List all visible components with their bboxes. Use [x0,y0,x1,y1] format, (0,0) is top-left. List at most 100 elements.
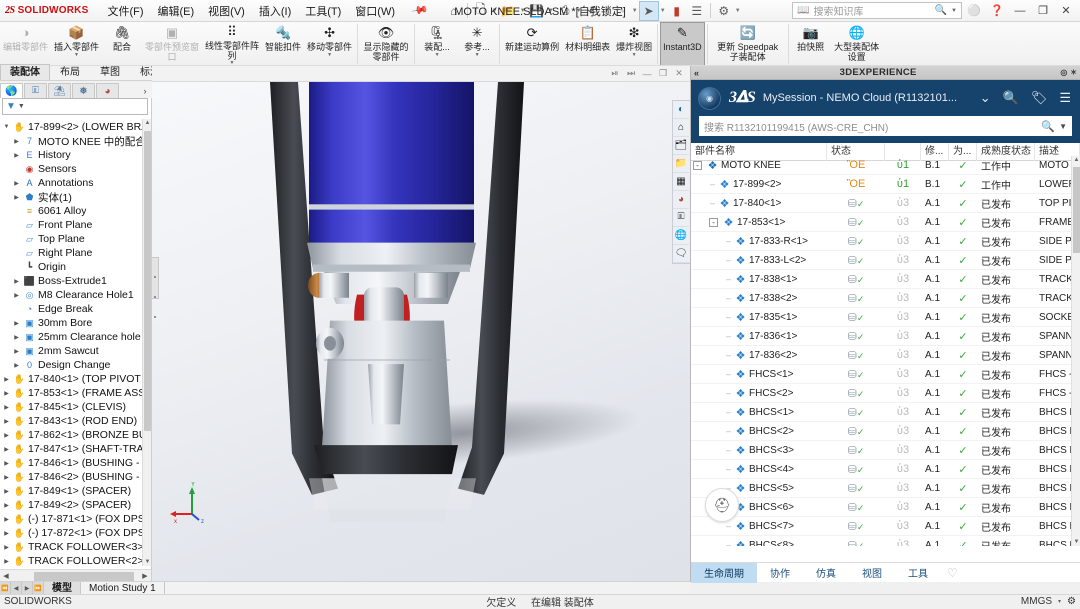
search-input[interactable]: 📖 搜索知识库 🔍 ▼ [792,2,962,19]
bill-of-materials-button[interactable]: 📋 材料明细表 [562,22,613,66]
next-view-button[interactable]: ⏭ [624,67,638,80]
chevron-down-icon[interactable]: ▼ [491,1,499,21]
3dexperience-icon[interactable]: ◐ [673,101,689,119]
table-row[interactable]: –❖17-835<1>⛁✓ὑ3A.1✓已发布SOCKE [691,308,1071,327]
favorite-heart-icon[interactable]: ♡ [947,566,958,580]
chevron-right-icon[interactable]: ▶ [2,390,11,397]
chevron-right-icon[interactable]: › [138,83,152,98]
help-icon[interactable]: ❓ [986,1,1008,21]
select-arrow-icon[interactable]: ➤ [639,1,659,21]
tree-item[interactable]: ▶✋17-853<1> (FRAME ASSEM [2,386,151,400]
cell-name[interactable]: –❖17-838<1> [691,270,827,289]
rebuild-icon[interactable]: ▮ [667,1,687,21]
tab-tools[interactable]: 工具 [895,563,941,583]
search-icon[interactable]: 🔍 [1041,120,1055,133]
insert-component-button[interactable]: 📦 插入零部件 ▼ [51,22,102,66]
chevron-right-icon[interactable]: ▶ [2,418,11,425]
tree-item[interactable]: ▶▣2mm Sawcut [2,344,151,358]
cell-name[interactable]: –❖BHCS<3> [691,441,827,460]
tree-item[interactable]: ▱Right Plane [2,246,151,260]
feature-manager-tabstrip[interactable]: 🌎 🗉 ⛱ ❅ ◕ › [0,82,152,98]
scroll-thumb[interactable] [1073,167,1080,253]
design-library-icon[interactable]: 🗂 [673,137,689,155]
search-icon[interactable]: 🔍 [935,5,947,16]
tree-item[interactable]: ▶✋(-) 17-871<1> (FOX DPS SH [2,512,151,526]
tree-item[interactable]: ▶✋17-862<1> (BRONZE BUSHI [2,428,151,442]
cell-name[interactable]: –❖17-836<1> [691,327,827,346]
chevron-right-icon[interactable]: ▶ [12,152,21,159]
table-row[interactable]: –❖17-838<1>⛁✓ὑ3A.1✓已发布TRACK- [691,270,1071,289]
tab-view[interactable]: 视图 [849,563,895,583]
tab-model[interactable]: 模型 [44,582,81,595]
table-row[interactable]: –❖BHCS<4>⛁✓ὑ3A.1✓已发布BHCS M [691,460,1071,479]
tree-item[interactable]: ▶὘7MOTO KNEE 中的配合 [2,134,151,148]
table-row[interactable]: -❖MOTO KNEEὋEὑ1B.1✓工作中MOTO K [691,156,1071,175]
table-row[interactable]: –❖17-833-L<2>⛁✓ὑ3A.1✓已发布SIDE PL [691,251,1071,270]
tree-item[interactable]: ▶⬟实体(1) [2,190,151,204]
chevron-right-icon[interactable]: ▶ [2,502,11,509]
chevron-right-icon[interactable]: ▶ [2,558,11,565]
hamburger-menu-icon[interactable]: ☰ [1057,90,1073,106]
menu-view[interactable]: 视图(V) [201,1,252,21]
tab-collaborate[interactable]: 协作 [757,563,803,583]
update-speedpak-button[interactable]: 🔄 更新 Speedpak 子装配体 [710,22,786,66]
move-component-button[interactable]: ✣ 移动零部件 ▼ [304,22,355,66]
tree-item[interactable]: ▶AAnnotations [2,176,151,190]
chevron-down-icon[interactable]: ▼ [519,1,527,21]
chevron-down-icon[interactable]: ▼ [659,1,667,21]
tree-item[interactable]: ▶὜0Design Change [2,358,151,372]
graphics-viewport[interactable]: Y x z ◐ ⌂ 🗂 📁 ▦ ◕ 🗉 🌐 🗨 [152,82,690,582]
chevron-right-icon[interactable]: ▶ [2,516,11,523]
tree-item[interactable]: ▶✋17-845<1> (CLEVIS) [2,400,151,414]
menu-tools[interactable]: 工具(T) [298,1,348,21]
tree-item[interactable]: ▶⬛Boss-Extrude1 [2,274,151,288]
chevron-down-icon[interactable]: ▼ [18,103,25,110]
close-button[interactable]: ✕ [1055,1,1077,21]
show-hidden-components-button[interactable]: 👁 显示隐藏的零部件 [360,22,412,66]
cell-name[interactable]: –❖17-838<2> [691,289,827,308]
search-icon[interactable]: 🔍 [1001,90,1021,106]
new-motion-study-button[interactable]: ⟳ 新建运动算例 [502,22,562,66]
menu-edit[interactable]: 编辑(E) [151,1,202,21]
chevron-right-icon[interactable]: ▶ [12,334,21,341]
tab-simulate[interactable]: 仿真 [803,563,849,583]
chevron-right-icon[interactable]: ▶ [12,278,21,285]
dimxpert-manager-tab[interactable]: ❅ [72,83,95,98]
chevron-right-icon[interactable]: ▶ [2,446,11,453]
tree-filter-input[interactable]: ▼ ▼ [2,98,148,115]
cell-name[interactable]: –❖FHCS<1> [691,365,827,384]
viewport-splitter-handle[interactable] [152,257,159,299]
tree-item[interactable]: ▶◎M8 Clearance Hole1 [2,288,151,302]
tree-item[interactable]: ▶✋17-849<1> (SPACER) [2,484,151,498]
scroll-right-arrow-icon[interactable]: ▶ [139,572,151,580]
tree-item[interactable]: ▱Top Plane [2,232,151,246]
tree-item[interactable]: ┗Origin [2,260,151,274]
table-row[interactable]: -❖17-853<1>⛁✓ὑ3A.1✓已发布FRAME [691,213,1071,232]
chevron-down-icon[interactable]: ▼ [435,53,440,58]
minimize-button[interactable]: — [1009,1,1031,21]
undo-icon[interactable]: ↶ [583,1,603,21]
cell-name[interactable]: –❖17-840<1> [691,194,827,213]
table-row[interactable]: –❖17-836<1>⛁✓ὑ3A.1✓已发布SPANNE [691,327,1071,346]
pin-icon[interactable]: ✶ [1067,68,1077,77]
menu-bar[interactable]: 文件(F) 编辑(E) 视图(V) 插入(I) 工具(T) 窗口(W) 📌 [100,1,433,21]
tree-item[interactable]: ▶✋17-840<1> (TOP PIVOT MO [2,372,151,386]
table-row[interactable]: –❖BHCS<1>⛁✓ὑ3A.1✓已发布BHCS M [691,403,1071,422]
view-palette-icon[interactable]: ▦ [673,173,689,191]
table-row[interactable]: –❖17-833-R<1>⛁✓ὑ3A.1✓已发布SIDE PL [691,232,1071,251]
solidworks-forum-icon[interactable]: 🗨 [673,245,689,263]
ribbon-toolbar[interactable]: ◑ 编辑零部件 📦 插入零部件 ▼ 🖇 配合 ▣ 零部件预览窗口 ⠿ 线性零部件… [0,22,1080,66]
chevron-down-icon[interactable]: ▼ [74,53,79,58]
tree-item[interactable]: ▶὜EHistory [2,148,151,162]
chevron-right-icon[interactable]: ▶ [12,138,21,145]
scroll-left-arrow-icon[interactable]: ◀ [0,572,12,580]
document-restore-button[interactable]: ❐ [656,67,670,80]
tree-item[interactable]: ▱Front Plane [2,218,151,232]
task-pane-strip[interactable]: ◐ ⌂ 🗂 📁 ▦ ◕ 🗉 🌐 🗨 [672,100,690,264]
table-row[interactable]: –❖BHCS<7>⛁✓ὑ3A.1✓已发布BHCS M [691,517,1071,536]
chevron-right-icon[interactable]: ▶ [12,180,21,187]
helmet-icon[interactable]: ⛑ [705,488,739,522]
chevron-right-icon[interactable]: ▶ [2,460,11,467]
menu-window[interactable]: 窗口(W) [348,1,402,21]
tree-item[interactable]: ▶✋17-846<1> (BUSHING - CLE [2,456,151,470]
